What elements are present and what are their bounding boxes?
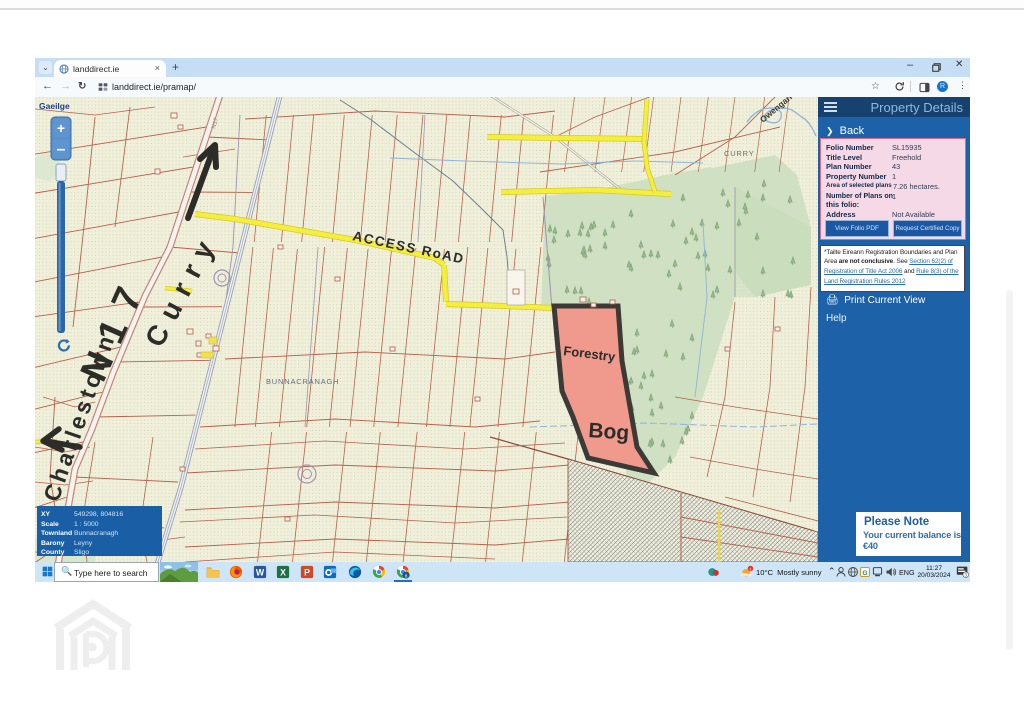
svg-text:P: P [304,568,310,578]
svg-text:1: 1 [749,566,751,571]
svg-text:Gaeilge: Gaeilge [39,101,70,111]
svg-text:G: G [862,570,867,577]
svg-text:BUNNACRANAGH: BUNNACRANAGH [266,377,339,386]
svg-text:Bog: Bog [588,419,630,445]
svg-text:+: + [57,120,65,136]
svg-text:–: – [57,141,66,158]
svg-text:8: 8 [405,573,408,579]
svg-text:CURRY: CURRY [724,149,755,158]
svg-text:X: X [280,568,286,578]
svg-text:W: W [256,568,265,578]
